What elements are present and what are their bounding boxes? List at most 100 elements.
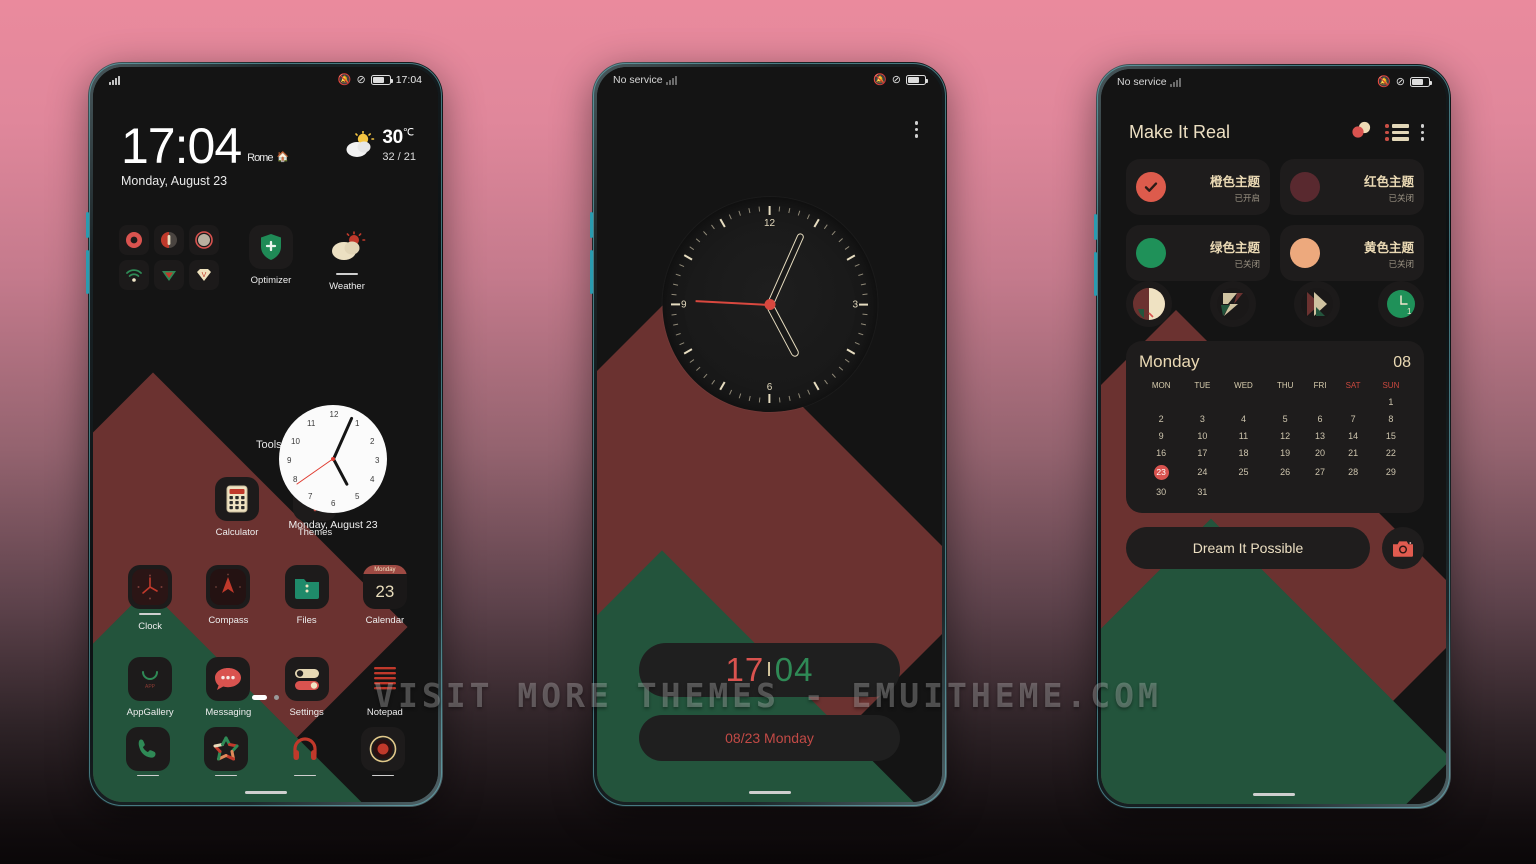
calendar-widget[interactable]: Monday 08 MON TUE WED THU FRI SAT SUN 12… [1126, 341, 1424, 513]
app-messaging[interactable]: Messaging [202, 657, 254, 718]
calendar-day-cell[interactable]: 2 [1139, 410, 1183, 427]
app-label: Compass [208, 615, 249, 626]
calendar-day-cell[interactable]: 26 [1266, 461, 1305, 483]
calendar-day-cell[interactable]: 19 [1266, 444, 1305, 461]
app-files[interactable]: Files [281, 565, 333, 632]
camera-button[interactable] [1382, 527, 1424, 569]
dock-petal-search[interactable] [200, 726, 252, 776]
calendar-day-cell[interactable]: 6 [1305, 410, 1336, 427]
clock-tick-minor [679, 341, 685, 346]
page-indicator[interactable] [93, 695, 438, 700]
app-weather[interactable]: Weather [321, 225, 373, 292]
calendar-day-cell[interactable]: 3 [1183, 410, 1221, 427]
clock-tick-minor [695, 366, 701, 371]
app-compass[interactable]: Compass [202, 565, 254, 632]
status-right: 🔕 ⊘ [1377, 75, 1432, 88]
calendar-day-cell[interactable]: 31 [1183, 483, 1221, 500]
calendar-day-cell[interactable]: 11 [1221, 427, 1265, 444]
theme-card-grid: 橙色主题 已开启 红色主题 已关闭 绿色主题 已关闭 黄色主题 已关闭 [1126, 159, 1424, 281]
calendar-day-cell[interactable]: 20 [1305, 444, 1336, 461]
navigation-bar[interactable] [1252, 793, 1295, 796]
dock-phone[interactable] [122, 726, 174, 776]
chevron-shape-icon[interactable] [1294, 281, 1340, 327]
calendar-day-cell[interactable]: 9 [1139, 427, 1183, 444]
home-clock-widget[interactable]: 17:04 Rome 🏠 Monday, August 23 30℃ 32 / … [121, 121, 416, 187]
navigation-bar[interactable] [244, 791, 287, 794]
calendar-day-cell[interactable]: 13 [1305, 427, 1336, 444]
dream-it-possible-button[interactable]: Dream It Possible [1126, 527, 1370, 569]
status-bar: 🔕 ⊘ 17:04 [93, 67, 438, 93]
page-dot[interactable] [274, 695, 279, 700]
calendar-day-cell[interactable]: 21 [1335, 444, 1371, 461]
calendar-day-cell[interactable]: 23 [1139, 461, 1183, 483]
calendar-day-cell[interactable]: 29 [1371, 461, 1411, 483]
page-dot-active[interactable] [252, 695, 267, 700]
calendar-week-row: 23 24 25 26 27 28 29 [1139, 461, 1411, 483]
calendar-day-cell[interactable]: 4 [1221, 410, 1265, 427]
shield-plus-icon [249, 225, 293, 269]
battery-icon [1410, 77, 1432, 87]
calendar-day-cell[interactable]: 14 [1335, 427, 1371, 444]
camera-icon[interactable] [119, 225, 149, 255]
calendar-day-cell[interactable]: 27 [1305, 461, 1336, 483]
gallery-icon[interactable] [154, 225, 184, 255]
calendar-day-cell[interactable]: 30 [1139, 483, 1183, 500]
clock-tick-minor [854, 263, 860, 268]
calendar-day-cell[interactable]: 25 [1221, 461, 1265, 483]
app-clock[interactable]: Clock [124, 565, 176, 632]
overflow-menu-icon[interactable] [914, 121, 918, 138]
app-calendar[interactable]: Monday 23 Calendar [359, 565, 411, 632]
overflow-menu-icon[interactable] [1420, 124, 1424, 141]
calendar-day-cell[interactable]: 10 [1183, 427, 1221, 444]
calendar-day-cell[interactable]: 17 [1183, 444, 1221, 461]
shortcut-circle-row: 1 [1126, 281, 1424, 327]
app-appgallery[interactable]: APP AppGallery [124, 657, 176, 718]
wifi-icon[interactable] [119, 260, 149, 290]
vip-icon[interactable]: V [189, 260, 219, 290]
do-not-disturb-icon: ⊘ [1395, 75, 1405, 88]
clock-tick-minor [738, 393, 742, 399]
clock-tick-minor [831, 230, 836, 236]
theme-card[interactable]: 黄色主题 已关闭 [1280, 225, 1424, 281]
app-optimizer[interactable]: Optimizer [245, 225, 297, 292]
calendar-day-cell[interactable]: 8 [1371, 410, 1411, 427]
dock-music[interactable] [279, 727, 331, 776]
calendar-day-cell[interactable]: 12 [1266, 427, 1305, 444]
calendar-day-cell[interactable]: 22 [1371, 444, 1411, 461]
navigation-bar[interactable] [748, 791, 791, 794]
app-notepad[interactable]: Notepad [359, 657, 411, 718]
calendar-day-cell[interactable]: 28 [1335, 461, 1371, 483]
calendar-day-cell[interactable]: 1 [1371, 393, 1411, 410]
page-title: Make It Real [1129, 122, 1231, 142]
calendar-empty-cell [1183, 393, 1221, 410]
theme-card[interactable]: 橙色主题 已开启 [1126, 159, 1270, 215]
clock-tick-minor [671, 313, 677, 316]
theme-card[interactable]: 绿色主题 已关闭 [1126, 225, 1270, 281]
app-settings[interactable]: Settings [281, 657, 333, 718]
color-dots-icon[interactable] [1351, 121, 1373, 144]
calendar-empty-cell [1371, 483, 1411, 500]
moon-shape-icon[interactable] [1126, 281, 1172, 327]
home-screen-display: 🔕 ⊘ 17:04 17:04 Rome 🏠 Monday, August 23 [93, 67, 438, 802]
calendar-day-cell[interactable]: 15 [1371, 427, 1411, 444]
calendar-body: 1 2 3 4 5 6 7 8 9 10 11 12 13 14 15 16 17 18 19 20 21 22 23 24 2… [1139, 393, 1411, 500]
calendar-day-cell[interactable]: 16 [1139, 444, 1183, 461]
calendar-weekday: WED [1234, 381, 1253, 390]
app-underline [336, 273, 358, 275]
calendar-day-cell[interactable]: 7 [1335, 410, 1371, 427]
calendar-day-cell[interactable]: 24 [1183, 461, 1221, 483]
clock-green-icon[interactable]: 1 [1378, 281, 1424, 327]
list-icon[interactable] [1385, 124, 1409, 141]
calendar-weekday-row: MON TUE WED THU FRI SAT SUN [1139, 378, 1411, 393]
theme-card[interactable]: 红色主题 已关闭 [1280, 159, 1424, 215]
s-shape-icon[interactable] [1210, 281, 1256, 327]
weather-widget[interactable]: 30℃ 32 / 21 [343, 123, 416, 163]
calendar-day-cell[interactable]: 5 [1266, 410, 1305, 427]
dock-camera[interactable] [357, 726, 409, 776]
calendar-day-cell[interactable]: 18 [1221, 444, 1265, 461]
analog-clock-widget[interactable]: 12 1 2 3 4 5 6 7 8 9 10 11 [279, 405, 387, 513]
clock-tick-minor [858, 273, 864, 277]
app-calculator[interactable]: Calculator [211, 477, 263, 538]
health-icon[interactable] [154, 260, 184, 290]
browser-icon[interactable] [189, 225, 219, 255]
